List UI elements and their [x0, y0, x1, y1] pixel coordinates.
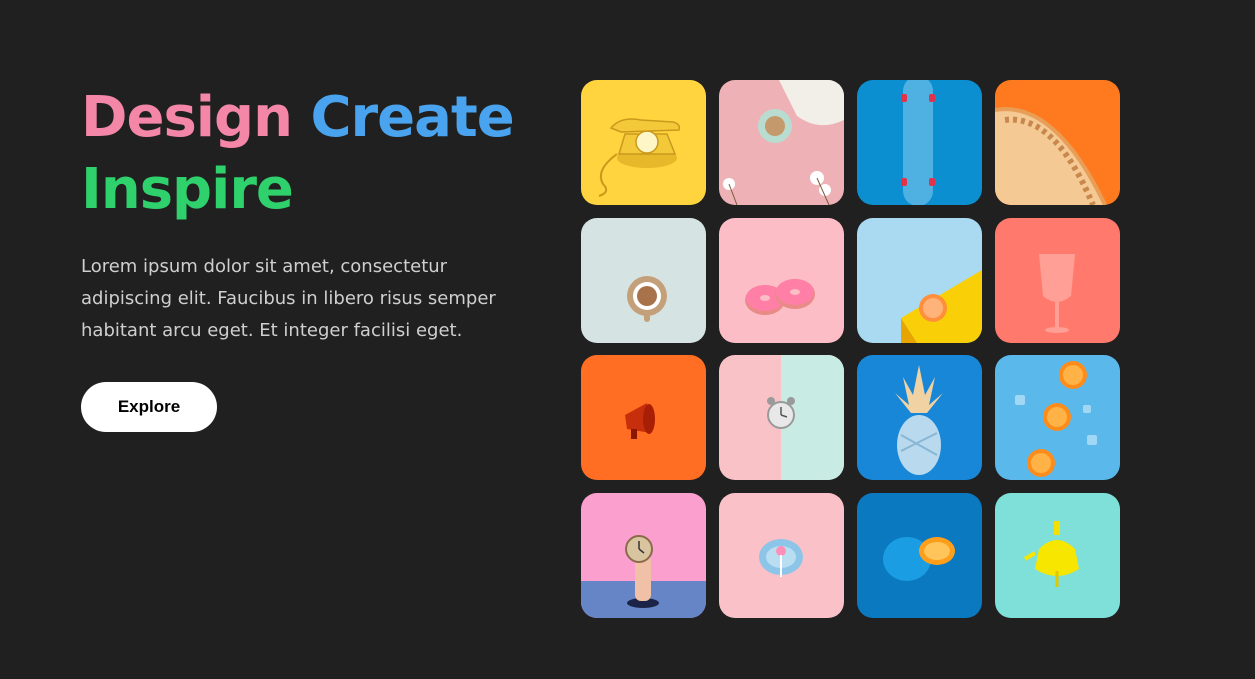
gallery-tile-grapefruit[interactable]	[857, 217, 982, 343]
gallery-tile-coffee-flowers[interactable]	[719, 80, 844, 205]
gallery-tile-lollipop[interactable]	[719, 492, 844, 618]
hero-description: Lorem ipsum dolor sit amet, consectetur …	[81, 256, 496, 341]
explore-button[interactable]: Explore	[81, 382, 217, 432]
pink-donuts-icon	[719, 217, 844, 343]
gallery-tile-alarm-clock[interactable]	[719, 355, 844, 480]
gallery-tile-blue-orange[interactable]	[857, 492, 982, 618]
red-megaphone-icon	[581, 355, 706, 480]
gallery-tile-donuts[interactable]	[719, 217, 844, 343]
gallery-tile-pineapple[interactable]	[857, 355, 982, 480]
gallery-tile-hand-clock[interactable]	[581, 492, 706, 618]
lollipop-in-dish-icon	[719, 492, 844, 618]
gallery-tile-orange-chair[interactable]	[995, 80, 1120, 205]
coffee-cup-topview-icon	[581, 217, 706, 343]
gallery-tile-wine-glass[interactable]	[995, 217, 1120, 343]
alarm-clock-icon	[719, 355, 844, 480]
gallery-tile-skateboard[interactable]	[857, 80, 982, 205]
hand-holding-clock-icon	[581, 492, 706, 618]
headline-word-inspire: Inspire	[81, 157, 294, 222]
gallery-tile-megaphone[interactable]	[581, 355, 706, 480]
coffee-cup-and-flowers-icon	[719, 80, 844, 205]
gallery-tile-coffee[interactable]	[581, 217, 706, 343]
painted-pineapple-icon	[857, 355, 982, 480]
grapefruit-on-yellow-block-icon	[857, 217, 982, 343]
gallery-tile-telephone[interactable]	[581, 80, 706, 205]
headline-word-create: Create	[310, 85, 514, 150]
yellow-rotary-telephone-icon	[581, 80, 706, 205]
gallery-tile-orange-slices[interactable]	[995, 355, 1120, 480]
orange-slices-on-ice-icon	[995, 355, 1120, 480]
photo-gallery-grid	[581, 80, 1120, 618]
orange-chair-detail-icon	[995, 80, 1120, 205]
pink-wine-glass-icon	[995, 217, 1120, 343]
blue-orange-half-icon	[857, 492, 982, 618]
gallery-tile-teapot[interactable]	[995, 492, 1120, 618]
hero-section: Design Create Inspire Lorem ipsum dolor …	[81, 82, 521, 347]
longboard-skateboard-icon	[857, 80, 982, 205]
headline-word-design: Design	[81, 85, 293, 150]
yellow-teapot-icon	[995, 492, 1120, 618]
page-title: Design Create Inspire	[81, 82, 521, 226]
